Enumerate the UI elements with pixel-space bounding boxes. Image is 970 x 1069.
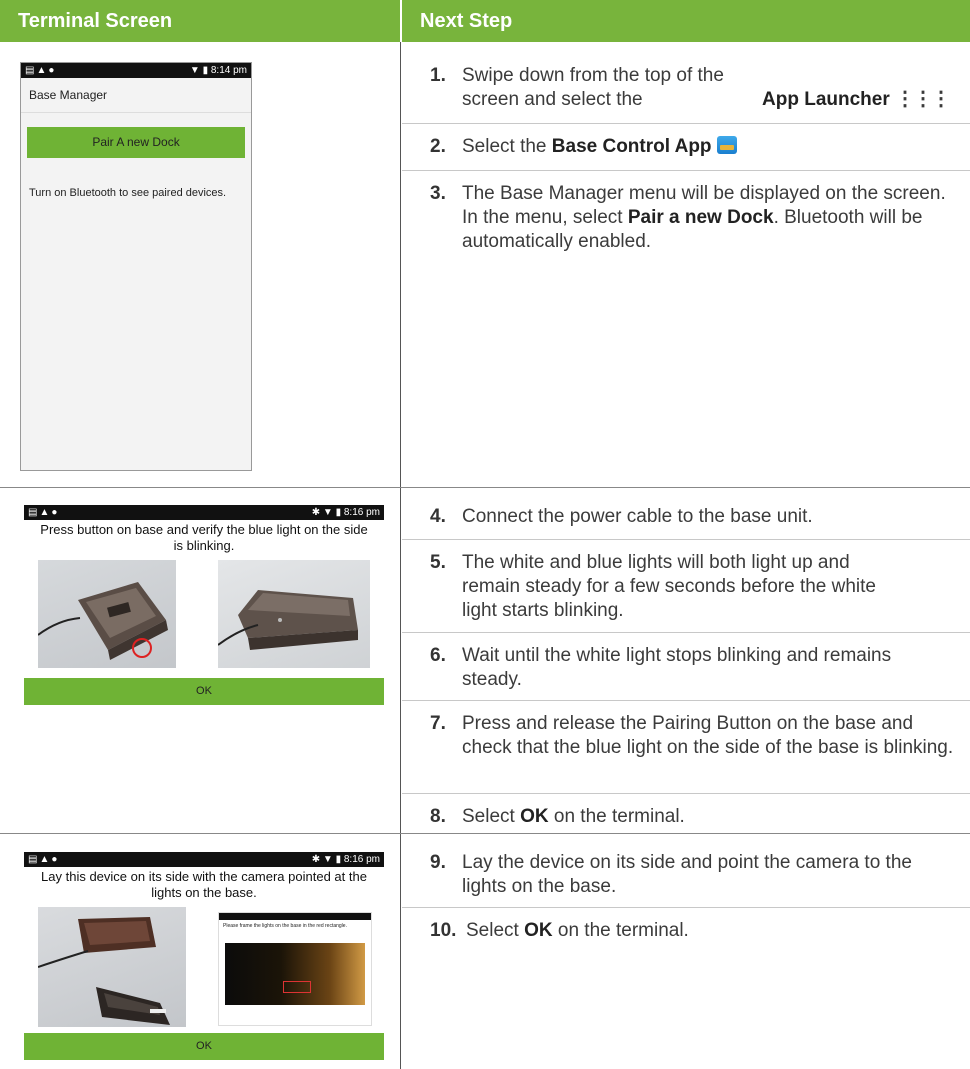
status-time: 8:16 pm (343, 854, 380, 865)
app-launcher-icon: ⋮⋮⋮ (895, 88, 951, 110)
step-text-pre: Swipe down from the top of the screen an… (462, 65, 724, 110)
ok-button[interactable]: OK (24, 678, 384, 705)
step-5: 5. The white and blue lights will both l… (430, 551, 950, 625)
base-photo-right (218, 560, 370, 668)
step-number: 6. (430, 645, 446, 666)
step-1: 1. Swipe down from the top of the screen… (430, 64, 952, 114)
step-separator (402, 793, 970, 794)
notification-icons: ▤▲● (28, 854, 60, 865)
step-text-post: on the terminal. (548, 806, 685, 827)
wifi-icon: ▼ (322, 854, 333, 865)
row-divider-1 (0, 487, 970, 488)
step-text-bold: OK (524, 920, 553, 941)
terminal-screen-lay-device: ▤▲● ✱ ▼ ▮ 8:16 pm Lay this device on its… (24, 852, 384, 1060)
terminal-screen-press-button: ▤▲● ✱ ▼ ▮ 8:16 pm Press button on base a… (24, 505, 384, 705)
step-number: 4. (430, 506, 446, 527)
instruction-text: Lay this device on its side with the cam… (41, 869, 367, 900)
step-separator (402, 632, 970, 633)
step-10: 10. Select OK on the terminal. (430, 919, 950, 945)
camera-preview-screenshot: Please frame the lights on the base in t… (218, 912, 372, 1026)
step-text: Lay the device on its side and point the… (462, 852, 912, 897)
bluetooth-icon: ✱ (311, 507, 321, 518)
step-text: The Base Manager menu will be displayed … (462, 182, 952, 254)
bluetooth-icon: ✱ (311, 854, 321, 865)
step-text: The white and blue lights will both ligh… (462, 552, 877, 621)
inset-status-bar (219, 913, 371, 920)
status-right: ✱ ▼ ▮ 8:16 pm (312, 505, 380, 520)
battery-icon: ▮ (335, 854, 342, 865)
notification-icons: ▤▲● (25, 65, 57, 76)
step-7: 7. Press and release the Pairing Button … (430, 712, 953, 786)
step-text-pre: Select (462, 806, 521, 827)
step-separator (402, 123, 970, 124)
step-separator (402, 907, 970, 908)
step-text: Press and release the Pairing Button on … (462, 713, 954, 758)
step-number: 10. (430, 920, 457, 941)
row-divider-2 (0, 833, 970, 834)
device-photo (38, 907, 186, 1027)
step-text: Wait until the white light stops blinkin… (462, 645, 892, 690)
step-number: 5. (430, 552, 446, 573)
bluetooth-message: Turn on Bluetooth to see paired devices. (29, 187, 227, 199)
battery-icon: ▮ (335, 507, 342, 518)
instruction-text: Press button on base and verify the blue… (40, 522, 368, 553)
camera-preview (225, 943, 365, 1005)
step-text: Select OK on the terminal. (466, 919, 956, 943)
step-9: 9. Lay the device on its side and point … (430, 851, 950, 901)
step-number: 7. (430, 713, 446, 734)
inset-caption: Please frame the lights on the base in t… (223, 923, 347, 929)
step-text: Swipe down from the top of the screen an… (462, 64, 952, 112)
step-text: Connect the power cable to the base unit… (462, 506, 813, 527)
pair-new-dock-button[interactable]: Pair A new Dock (27, 127, 245, 158)
base-photo-left (38, 560, 176, 668)
status-right: ✱ ▼ ▮ 8:16 pm (312, 852, 380, 867)
step-number: 9. (430, 852, 446, 873)
column-header-next-step: Next Step (402, 0, 970, 42)
status-time: 8:14 pm (210, 65, 247, 76)
step-separator (402, 170, 970, 171)
step-text-bold: Pair a new Dock (627, 207, 774, 228)
step-3: 3. The Base Manager menu will be display… (430, 182, 950, 256)
step-text-bold: Base Control App (551, 136, 712, 157)
status-time: 8:16 pm (343, 507, 380, 518)
step-text-pre: Select (466, 920, 525, 941)
step-separator (402, 539, 970, 540)
step-number: 3. (430, 183, 446, 204)
step-number: 8. (430, 806, 446, 827)
status-bar: ▤▲● ▼ ▮ 8:14 pm (21, 63, 251, 78)
step-text: Select OK on the terminal. (462, 805, 952, 829)
step-text-bold: App Launcher (762, 89, 890, 110)
step-6: 6. Wait until the white light stops blin… (430, 644, 950, 694)
status-bar: ▤▲● ✱ ▼ ▮ 8:16 pm (24, 852, 384, 867)
base-control-app-icon (716, 136, 737, 154)
battery-icon: ▮ (202, 65, 209, 76)
column-divider (400, 42, 401, 1069)
step-number: 1. (430, 65, 446, 86)
step-text-pre: Select the (462, 136, 552, 157)
wifi-icon: ▼ (189, 65, 200, 76)
red-frame-rectangle (283, 981, 311, 993)
step-text: Select the Base Control App (462, 135, 952, 159)
status-bar: ▤▲● ✱ ▼ ▮ 8:16 pm (24, 505, 384, 520)
step-2: 2. Select the Base Control App (430, 135, 950, 161)
notification-icons: ▤▲● (28, 507, 60, 518)
step-text-post: on the terminal. (552, 920, 689, 941)
app-title: Base Manager (21, 78, 251, 113)
column-header-terminal-screen: Terminal Screen (0, 0, 400, 42)
ok-button[interactable]: OK (24, 1033, 384, 1060)
step-8: 8. Select OK on the terminal. (430, 805, 950, 831)
terminal-screen-base-manager: ▤▲● ▼ ▮ 8:14 pm Base Manager Pair A new … (20, 62, 252, 471)
step-separator (402, 700, 970, 701)
step-4: 4. Connect the power cable to the base u… (430, 505, 950, 531)
status-right: ▼ ▮ 8:14 pm (190, 63, 247, 78)
step-number: 2. (430, 136, 446, 157)
wifi-icon: ▼ (322, 507, 333, 518)
step-text-bold: OK (520, 806, 549, 827)
